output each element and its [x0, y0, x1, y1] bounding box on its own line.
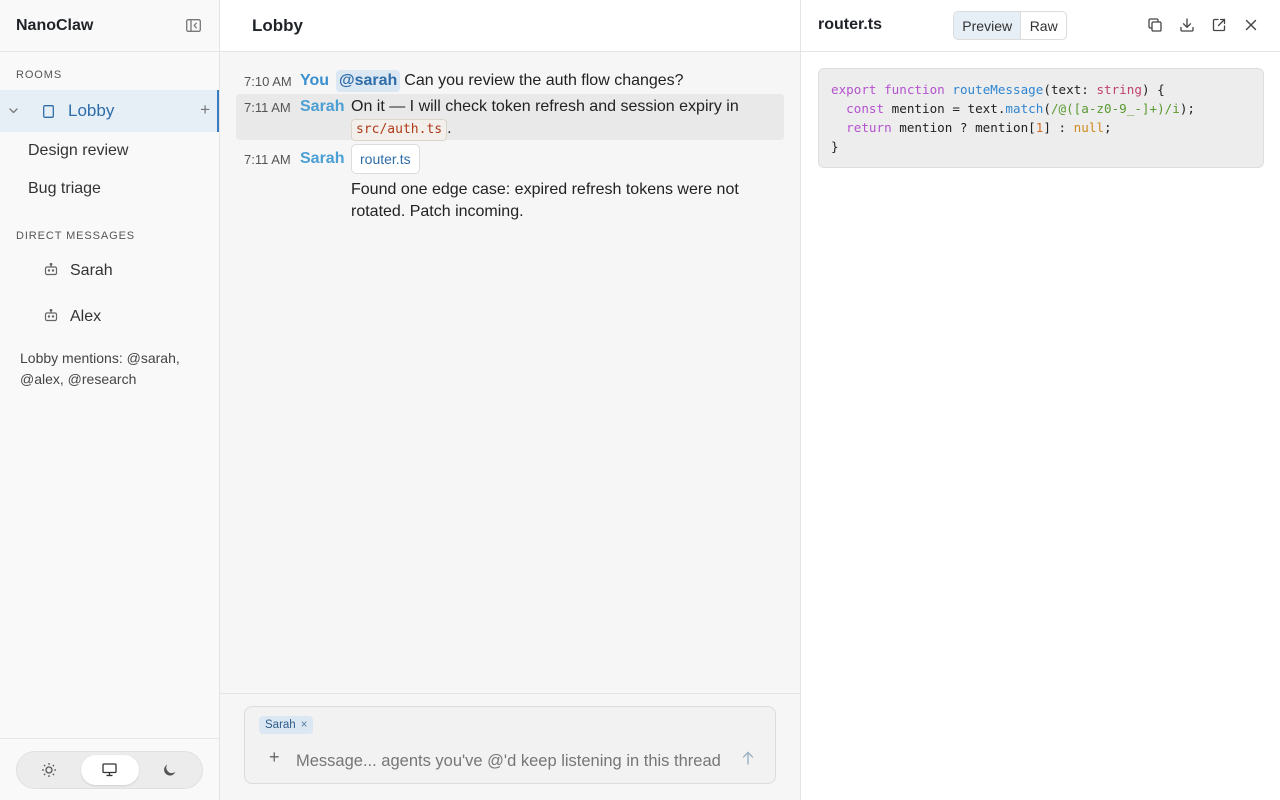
panel-filename: router.ts [818, 16, 883, 33]
panel-header: router.ts Preview Raw [801, 0, 1280, 52]
message-time: 7:11 AM [244, 152, 291, 167]
message-body: On it — I will check token refresh and s… [351, 96, 771, 141]
composer: Sarah × + [244, 706, 776, 784]
moon-icon [164, 764, 176, 776]
message-row: 7:11 AM Sarah router.ts Found one edge c… [236, 144, 784, 224]
inline-code: src/auth.ts [351, 119, 448, 141]
theme-system-button[interactable] [80, 755, 139, 785]
sidebar-item-label: Alex [70, 308, 102, 325]
message-body: @sarah Can you review the auth flow chang… [336, 70, 684, 92]
download-icon[interactable] [1178, 16, 1196, 34]
recipient-chip-label: Sarah [265, 719, 296, 731]
sidebar-item-label: Sarah [70, 262, 113, 279]
sidebar-item-alex[interactable]: Alex [44, 305, 101, 329]
remove-recipient-icon[interactable]: × [301, 719, 308, 731]
message-text: Can you review the auth flow changes? [404, 72, 684, 89]
tab-raw[interactable]: Raw [1020, 12, 1066, 39]
sidebar-item-design-review[interactable]: Design review [28, 142, 128, 160]
message-author[interactable]: Sarah [300, 98, 344, 116]
document-icon [43, 104, 57, 118]
sidebar-item-label: Lobby [68, 101, 115, 120]
message-text: On it — I will check token refresh and s… [351, 98, 739, 115]
code-preview: export function routeMessage(text: strin… [818, 68, 1264, 168]
file-preview-panel: router.ts Preview Raw export function ro… [800, 0, 1280, 800]
chat-main: Lobby 7:10 AM You @sarah Can you review t… [220, 0, 800, 800]
bot-icon [44, 262, 58, 280]
message-row: 7:10 AM You @sarah Can you review the aut… [236, 70, 784, 92]
add-channel-icon[interactable]: + [200, 101, 210, 119]
mention-chip[interactable]: @sarah [336, 70, 401, 92]
composer-area: Sarah × + [220, 693, 800, 800]
sun-icon [42, 763, 56, 777]
file-attachment-button[interactable]: router.ts [351, 144, 420, 174]
chevron-down-icon[interactable] [9, 105, 23, 117]
message-suffix: . [447, 120, 452, 137]
panel-actions [1146, 16, 1260, 34]
rooms-section-label: ROOMS [16, 69, 63, 81]
lobby-mentions-note: Lobby mentions: @sarah, @alex, @research [20, 350, 180, 387]
bot-icon [44, 308, 58, 326]
message-text: Found one edge case: expired refresh tok… [351, 181, 739, 220]
close-icon[interactable] [1242, 16, 1260, 34]
send-icon[interactable] [739, 749, 757, 767]
sidebar-item-bug-triage[interactable]: Bug triage [28, 180, 101, 198]
view-mode-toggle: Preview Raw [953, 11, 1067, 40]
open-external-icon[interactable] [1210, 16, 1228, 34]
code-line: const mention = text.match(/@([a-z0-9_-]… [846, 101, 1196, 116]
message-author[interactable]: Sarah [300, 150, 344, 168]
code-line: return mention ? mention[1] : null; [846, 120, 1112, 135]
message-input[interactable] [296, 749, 726, 773]
sidebar-item-lobby[interactable]: Lobby + [0, 90, 219, 132]
theme-toggle [16, 751, 203, 789]
page-title: Lobby [252, 15, 303, 35]
sidebar-footer [0, 738, 219, 800]
theme-dark-button[interactable] [141, 755, 199, 785]
theme-light-button[interactable] [20, 755, 78, 785]
copy-icon[interactable] [1146, 16, 1164, 34]
sidebar: NanoClaw ROOMS Lobby + Design review Bug… [0, 0, 220, 800]
chat-header: Lobby [220, 0, 800, 52]
tab-preview[interactable]: Preview [954, 12, 1021, 39]
code-line: } [831, 139, 839, 154]
message-time: 7:11 AM [244, 100, 291, 115]
direct-messages-section-label: DIRECT MESSAGES [16, 230, 136, 242]
sidebar-toggle-icon[interactable] [183, 16, 203, 36]
sidebar-header: NanoClaw [0, 0, 219, 52]
add-attachment-icon[interactable]: + [269, 747, 280, 767]
recipient-chip: Sarah × [259, 716, 314, 734]
message-row: 7:11 AM Sarah On it — I will check token… [236, 94, 784, 141]
app-title: NanoClaw [16, 16, 94, 34]
monitor-icon [102, 763, 117, 777]
message-time: 7:10 AM [244, 74, 292, 89]
code-line: export function routeMessage(text: strin… [831, 82, 1165, 97]
sidebar-item-sarah[interactable]: Sarah [44, 259, 113, 283]
message-author[interactable]: You [300, 72, 329, 90]
